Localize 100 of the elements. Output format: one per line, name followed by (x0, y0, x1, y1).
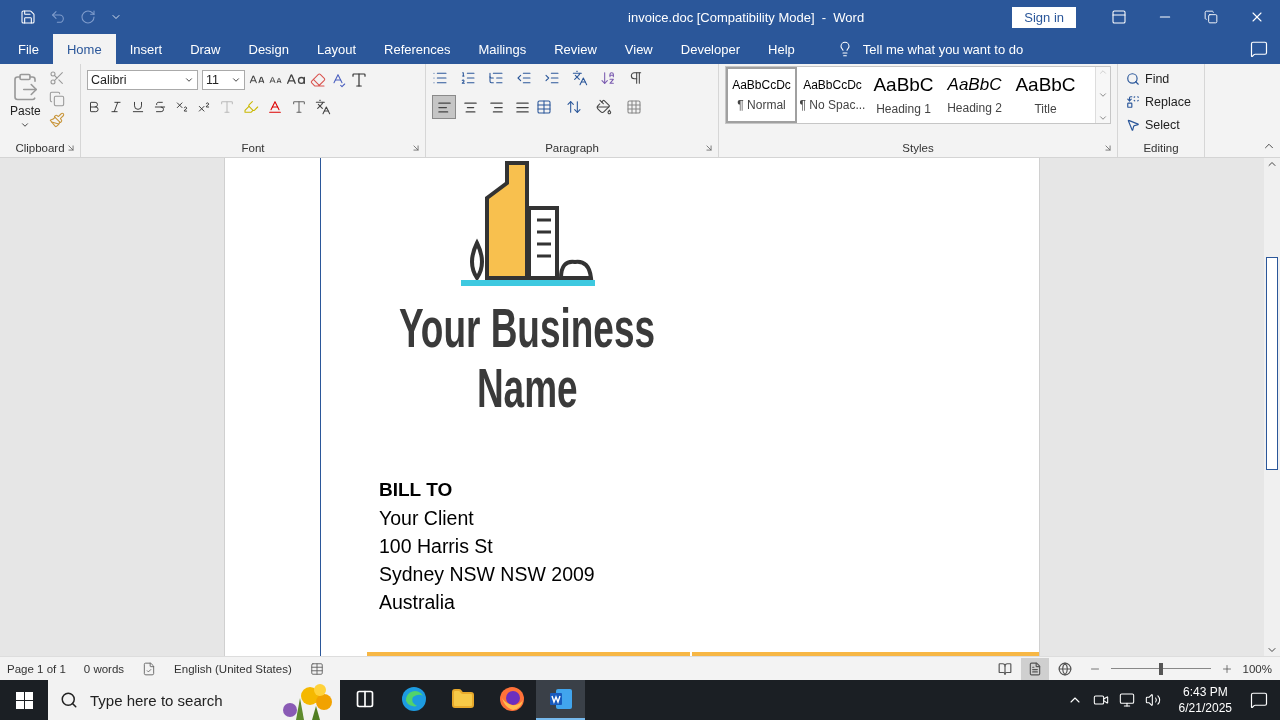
shading-bucket-icon[interactable] (596, 99, 612, 115)
save-icon[interactable] (20, 9, 36, 25)
paste-label: Paste (10, 104, 41, 118)
zoom-thumb[interactable] (1158, 662, 1163, 675)
vertical-scrollbar[interactable] (1264, 158, 1280, 656)
style-option[interactable]: AaBbC Heading 2 (939, 67, 1010, 123)
proofing-icon[interactable] (142, 661, 157, 676)
ribbon-tab[interactable]: File (4, 34, 53, 64)
address-line: 100 Harris St (379, 534, 494, 559)
line-spacing-icon[interactable] (566, 99, 582, 115)
window-title: invoice.doc [Compatibility Mode] - Word (627, 9, 866, 25)
show-formatting-icon[interactable] (628, 70, 644, 86)
sort-icon[interactable] (600, 70, 616, 86)
align-left-icon (436, 99, 452, 115)
spell-check-icon[interactable] (330, 72, 346, 88)
superscript-icon[interactable] (197, 100, 211, 114)
dialog-launcher-icon[interactable] (704, 143, 714, 153)
meet-icon[interactable] (1092, 692, 1109, 708)
replace-icon (1126, 94, 1140, 109)
editing-command[interactable]: Select (1118, 114, 1204, 135)
clear-formatting-icon[interactable] (310, 72, 326, 88)
editing-command[interactable]: Replace (1118, 91, 1204, 112)
dialog-launcher-icon[interactable] (1103, 143, 1113, 153)
strikethrough-icon[interactable] (153, 100, 167, 114)
business-name-text: Your Business (398, 298, 655, 358)
folder-icon[interactable] (450, 687, 475, 711)
group-label: Paragraph (545, 141, 599, 156)
globe-icon (1057, 661, 1072, 676)
italic-icon[interactable] (109, 100, 123, 114)
volume-icon[interactable] (1144, 692, 1161, 708)
group-label: Font (241, 141, 265, 156)
word-count[interactable]: 0 words (83, 662, 125, 675)
address-line: Australia (379, 590, 456, 615)
caret-icon (20, 120, 31, 130)
browser-icon[interactable] (400, 686, 427, 712)
multilevel-list-icon[interactable] (488, 70, 504, 86)
sign-in-button[interactable]: Sign in (1012, 6, 1076, 28)
ribbon-tab[interactable]: Developer (666, 34, 755, 64)
book-icon (997, 661, 1012, 676)
caret-icon (184, 75, 194, 85)
pointer-icon (1126, 117, 1140, 132)
underline-icon[interactable] (131, 100, 145, 114)
ribbon-tab[interactable]: Review (540, 34, 611, 64)
ribbon-tab[interactable]: Draw (176, 34, 235, 64)
scroll-thumb[interactable] (1266, 257, 1278, 470)
task-view-icon[interactable] (354, 689, 375, 709)
view-button[interactable] (1020, 657, 1049, 680)
style-option[interactable]: AaBbCcDc ¶ No Spac... (797, 67, 868, 123)
ribbon-tab[interactable]: View (610, 34, 667, 64)
ribbon-tab[interactable]: Layout (302, 34, 370, 64)
style-option[interactable]: AaBbCcDc ¶ Normal (726, 67, 797, 123)
dialog-launcher-icon[interactable] (66, 143, 76, 153)
ribbon-tab[interactable]: Mailings (464, 34, 541, 64)
page-count[interactable]: Page 1 of 1 (7, 662, 66, 675)
shading-icon[interactable] (291, 99, 307, 115)
text-box-icon[interactable] (350, 71, 368, 89)
ribbon-tab[interactable]: Design (234, 34, 303, 64)
increase-indent-icon[interactable] (544, 70, 560, 86)
font-color-icon[interactable] (267, 99, 283, 115)
align-center-icon (462, 99, 478, 115)
dialog-launcher-icon[interactable] (411, 143, 421, 153)
word-app-icon[interactable] (547, 687, 574, 711)
language-status[interactable]: English (United States) (174, 662, 292, 675)
search-icon (1126, 71, 1140, 86)
windows-logo-icon[interactable] (15, 691, 33, 709)
bold-icon[interactable] (87, 100, 101, 114)
group-label: Clipboard (15, 141, 65, 156)
font-name-field[interactable]: Calibri (87, 70, 198, 90)
ribbon-tab[interactable]: Help (754, 34, 809, 64)
tell-me-field[interactable]: Tell me what you want to do (862, 41, 1024, 57)
zoom-level[interactable]: 100% (1242, 662, 1280, 675)
cut-icon[interactable] (48, 70, 65, 86)
editing-command[interactable]: Find (1118, 68, 1204, 89)
bill-to-heading: BILL TO (379, 478, 454, 502)
ribbon-tab[interactable]: Insert (115, 34, 177, 64)
paste-button[interactable]: Paste (6, 70, 45, 139)
ribbon-tab[interactable]: Home (52, 34, 116, 64)
browser-icon[interactable] (498, 686, 525, 712)
page-icon (1027, 661, 1042, 676)
ribbon-tab[interactable]: References (370, 34, 465, 64)
font-size-field[interactable]: 11 (202, 70, 245, 90)
restore-icon[interactable] (1204, 10, 1218, 24)
align-justify-icon (514, 99, 530, 115)
style-option[interactable]: AaBbC Title (1010, 67, 1081, 123)
style-option[interactable]: AaBbC Heading 1 (868, 67, 939, 123)
comments-icon[interactable] (1250, 40, 1268, 58)
address-line: Sydney NSW NSW 2009 (379, 562, 596, 587)
clock-time[interactable]: 6:43 PM (1182, 684, 1228, 700)
group-label: Styles (902, 141, 934, 156)
business-name-text: Name (476, 358, 578, 418)
bullets-icon[interactable] (432, 70, 448, 86)
align-right-icon (488, 99, 504, 115)
decrease-indent-icon[interactable] (516, 70, 532, 86)
align-button[interactable] (432, 95, 456, 119)
numbering-icon[interactable] (460, 70, 476, 86)
notifications-icon[interactable] (1250, 691, 1268, 709)
ribbon-display-icon[interactable] (1111, 9, 1127, 25)
clock-date[interactable]: 6/21/2025 (1178, 700, 1232, 716)
subscript-icon[interactable] (175, 100, 189, 114)
taskbar-search-field[interactable]: Type here to search (48, 680, 340, 720)
